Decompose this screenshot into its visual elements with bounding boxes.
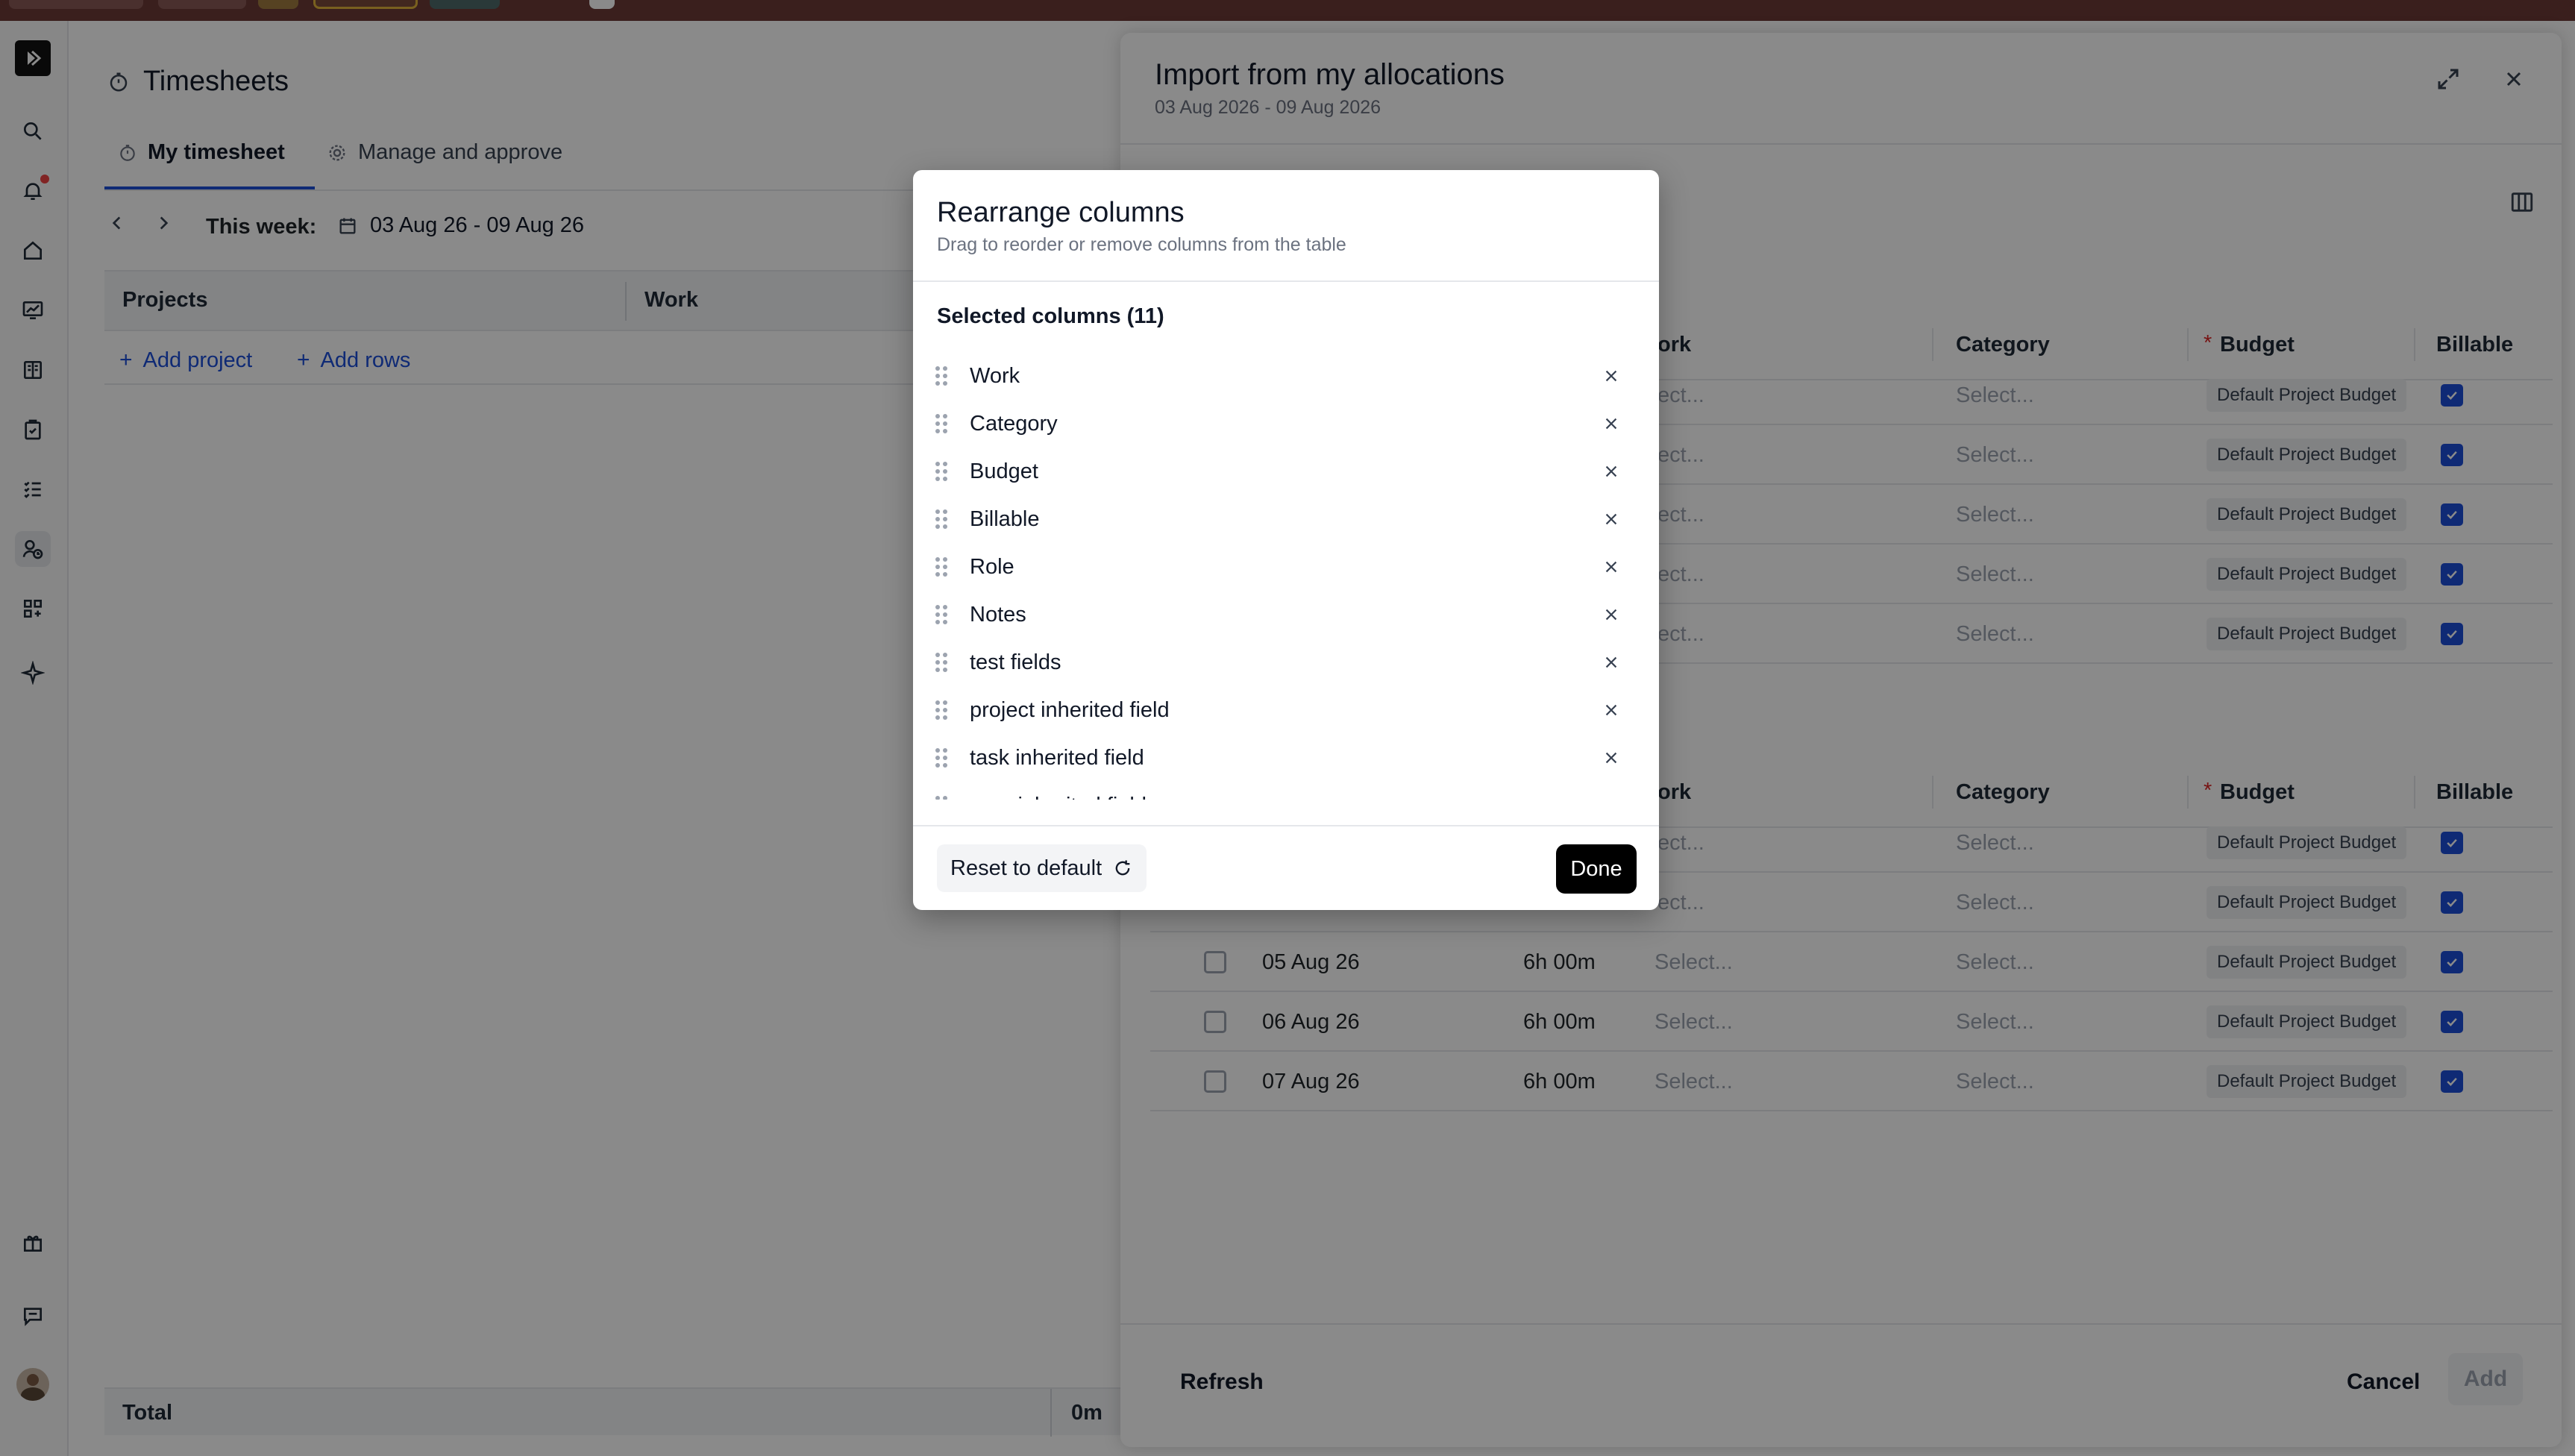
modal-subtitle: Drag to reorder or remove columns from t… [937,234,1346,255]
column-item[interactable]: test fields [913,638,1659,686]
column-item[interactable]: project inherited field [913,686,1659,734]
column-item-label: Work [970,363,1020,388]
modal-header-divider [913,280,1659,282]
remove-column-icon[interactable] [1598,458,1625,485]
drag-handle-icon[interactable] [934,459,949,483]
column-item-label: Notes [970,602,1026,627]
remove-column-icon[interactable] [1598,410,1625,437]
remove-column-icon[interactable] [1598,363,1625,389]
selected-columns-heading: Selected columns (11) [937,304,1164,328]
drag-handle-icon[interactable] [934,650,949,674]
column-item-label: user inherited field [970,794,1147,800]
drag-handle-icon[interactable] [934,507,949,531]
remove-column-icon[interactable] [1598,553,1625,580]
column-item[interactable]: Category [913,400,1659,448]
remove-column-icon[interactable] [1598,792,1625,800]
column-item-label: task inherited field [970,745,1144,770]
column-item-label: Budget [970,459,1038,483]
modal-footer-divider [913,825,1659,826]
column-item[interactable]: Work [913,352,1659,400]
reset-label: Reset to default [950,856,1103,880]
refresh-icon [1115,860,1130,876]
done-button[interactable]: Done [1556,844,1637,894]
column-item[interactable]: task inherited field [913,734,1659,782]
remove-column-icon[interactable] [1598,697,1625,724]
drag-handle-icon[interactable] [934,555,949,579]
column-item-label: project inherited field [970,697,1170,722]
column-item-label: Role [970,554,1014,579]
column-list: Work Category Budget Billable Role Notes [913,352,1659,800]
column-item[interactable]: Role [913,543,1659,591]
drag-handle-icon[interactable] [934,603,949,627]
rearrange-columns-modal: Rearrange columns Drag to reorder or rem… [913,170,1659,910]
remove-column-icon[interactable] [1598,506,1625,533]
remove-column-icon[interactable] [1598,744,1625,771]
column-item[interactable]: user inherited field [913,782,1659,800]
column-item-label: Category [970,411,1058,436]
reset-to-default-button[interactable]: Reset to default [937,844,1147,892]
column-item[interactable]: Notes [913,591,1659,638]
remove-column-icon[interactable] [1598,601,1625,628]
column-item-label: test fields [970,650,1061,674]
column-item[interactable]: Budget [913,448,1659,495]
modal-title: Rearrange columns [937,197,1185,228]
drag-handle-icon[interactable] [934,412,949,436]
drag-handle-icon[interactable] [934,746,949,770]
done-label: Done [1570,856,1622,881]
remove-column-icon[interactable] [1598,649,1625,676]
column-item[interactable]: Billable [913,495,1659,543]
drag-handle-icon[interactable] [934,698,949,722]
drag-handle-icon[interactable] [934,364,949,388]
column-item-label: Billable [970,506,1040,531]
drag-handle-icon[interactable] [934,794,949,800]
